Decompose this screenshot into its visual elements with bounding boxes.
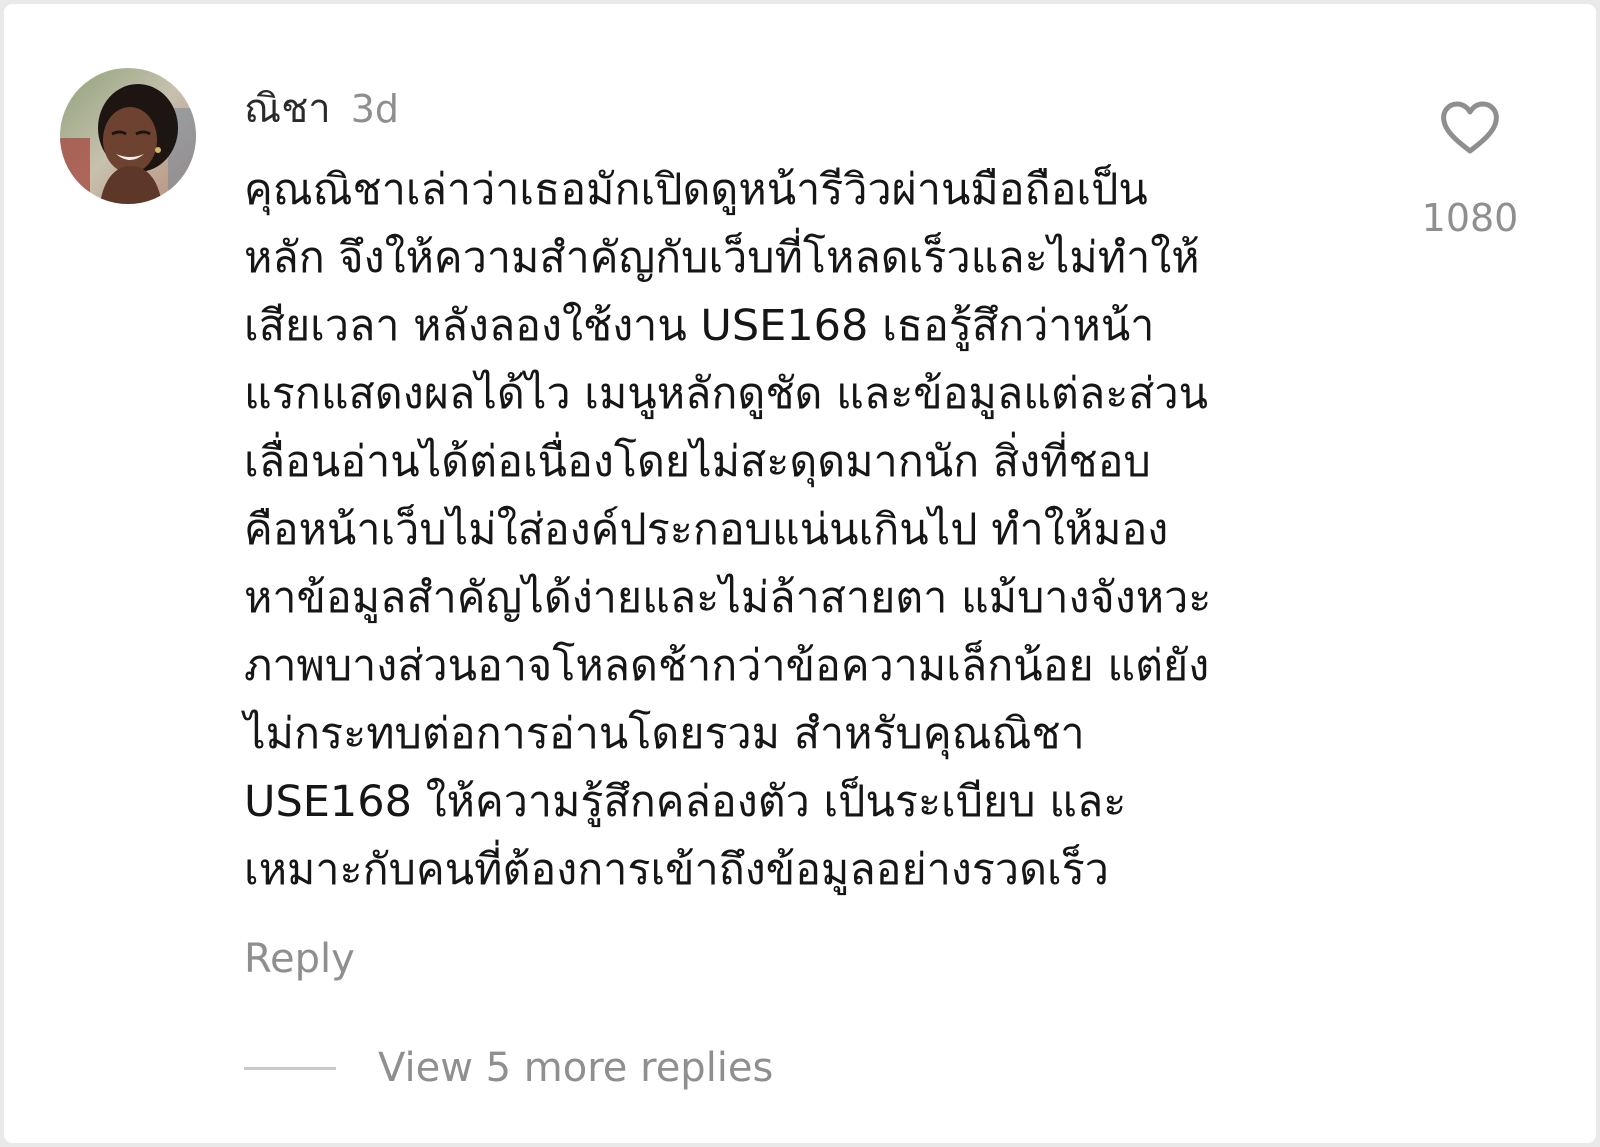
avatar[interactable]: [60, 68, 196, 204]
comment-card: ณิชา 3d คุณณิชาเล่าว่าเธอมักเปิดดูหน้ารี…: [4, 4, 1596, 1143]
comment-text-line: ภาพบางส่วนอาจโหลดช้ากว่าข้อความเล็กน้อย …: [244, 641, 1210, 691]
comment-text-line: เหมาะกับคนที่ต้องการเข้าถึงข้อมูลอย่างรว…: [244, 845, 1109, 895]
like-count: 1080: [1421, 196, 1519, 240]
comment-text-line: คุณณิชาเล่าว่าเธอมักเปิดดูหน้ารีวิวผ่านม…: [244, 165, 1148, 215]
username[interactable]: ณิชา: [244, 76, 331, 140]
comment-text-line: USE168 ให้ความรู้สึกคล่องตัว เป็นระเบียบ…: [244, 777, 1127, 827]
view-more-replies-label: View 5 more replies: [378, 1045, 774, 1091]
comment-header: ณิชา 3d: [244, 76, 400, 132]
like-button[interactable]: [1422, 96, 1518, 160]
comment-text: คุณณิชาเล่าว่าเธอมักเปิดดูหน้ารีวิวผ่านม…: [244, 156, 1354, 904]
comment-text-line: เสียเวลา หลังลองใช้งาน USE168 เธอรู้สึกว…: [244, 301, 1155, 351]
timestamp: 3d: [350, 87, 400, 131]
comment-text-line: คือหน้าเว็บไม่ใส่องค์ประกอบแน่นเกินไป ทำ…: [244, 505, 1169, 555]
comment-text-line: หลัก จึงให้ความสำคัญกับเว็บที่โหลดเร็วแล…: [244, 233, 1200, 283]
comment-text-line: แรกแสดงผลได้ไว เมนูหลักดูชัด และข้อมูลแต…: [244, 369, 1209, 419]
comment-text-line: ไม่กระทบต่อการอ่านโดยรวม สำหรับคุณณิชา: [244, 709, 1085, 759]
view-more-replies-button[interactable]: View 5 more replies: [244, 1040, 773, 1096]
comment-text-line: หาข้อมูลสำคัญได้ง่ายและไม่ล้าสายตา แม้บา…: [244, 573, 1212, 623]
reply-button[interactable]: Reply: [244, 936, 355, 982]
comment-text-line: เลื่อนอ่านได้ต่อเนื่องโดยไม่สะดุดมากนัก …: [244, 437, 1151, 487]
avatar-image: [60, 68, 196, 204]
heart-outline-icon: [1441, 101, 1499, 154]
divider: [244, 1066, 336, 1070]
